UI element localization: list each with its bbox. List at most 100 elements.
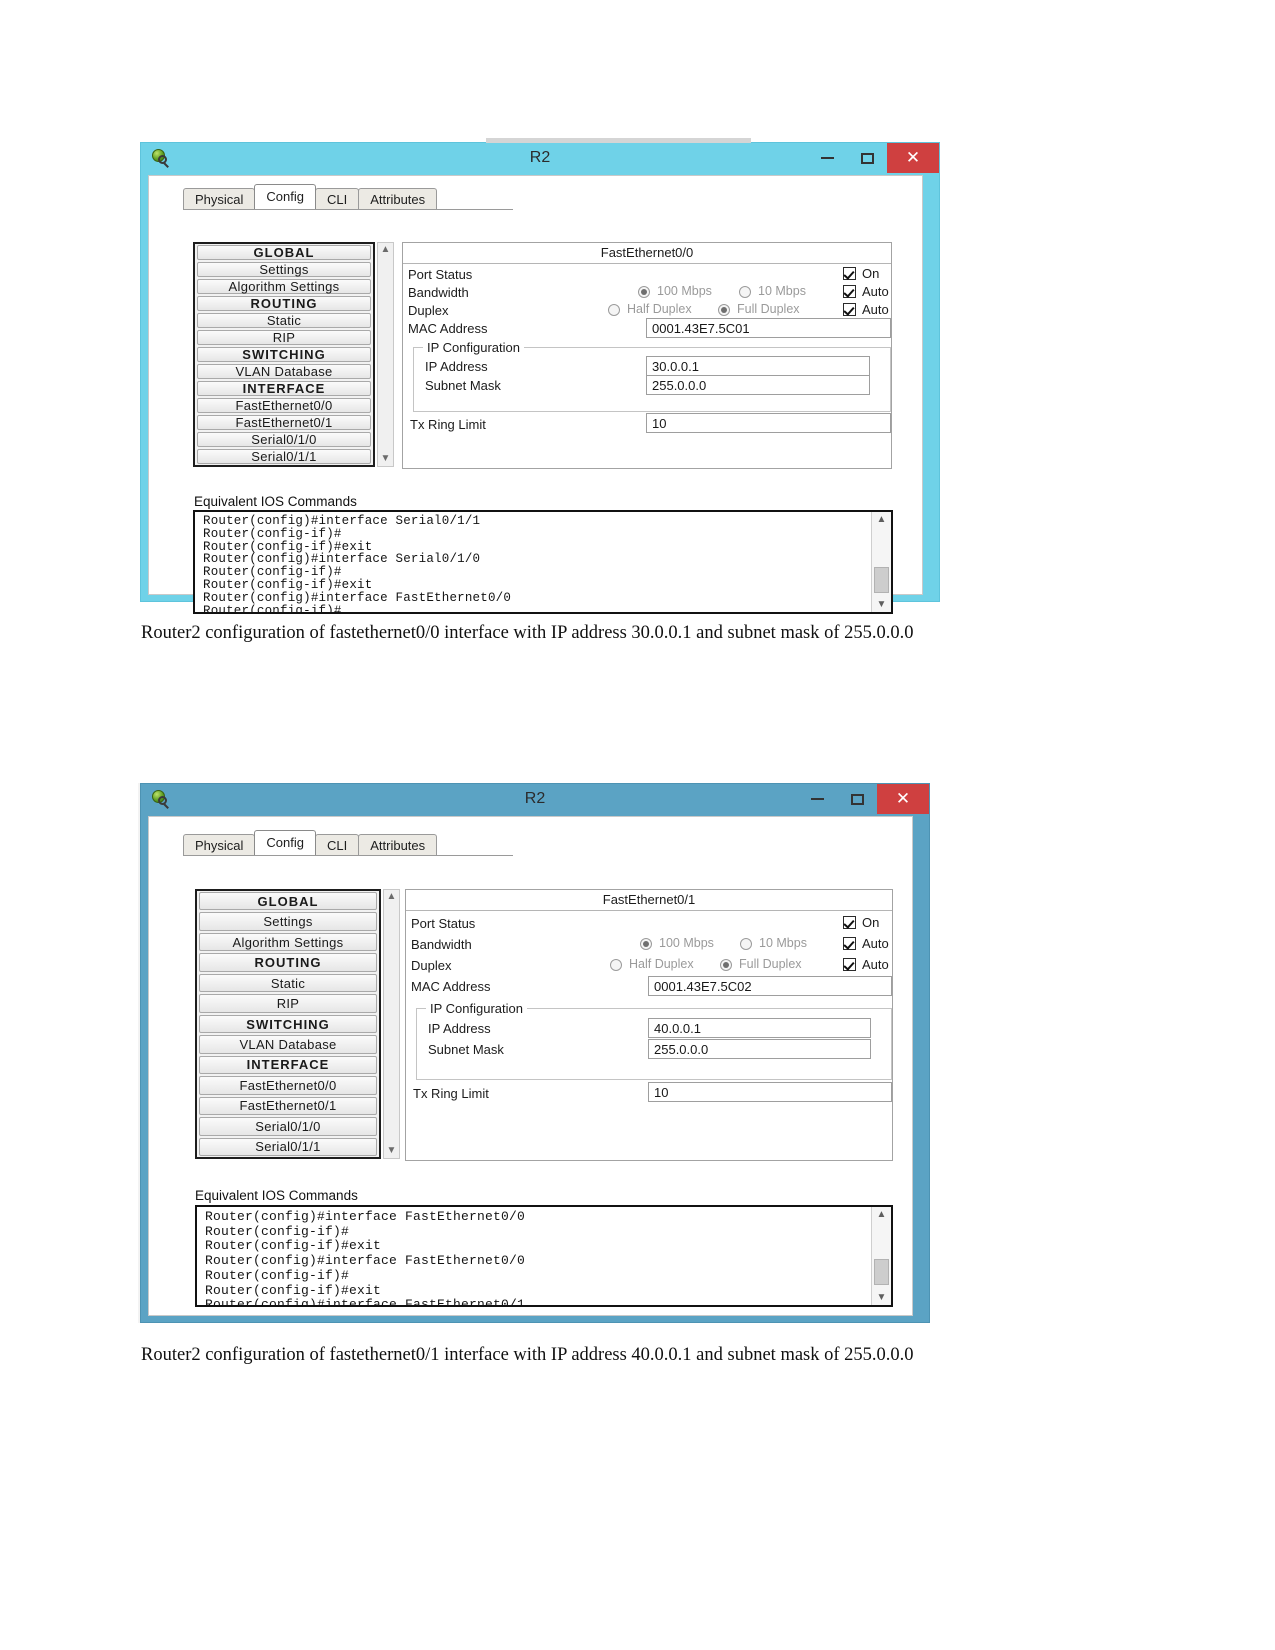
tx-ring-limit-field[interactable]: 10 <box>648 1082 892 1102</box>
full-duplex-radio[interactable] <box>718 304 730 316</box>
nav-item-serial0-1-0[interactable]: Serial0/1/0 <box>199 1117 377 1136</box>
nav-item-vlan-database[interactable]: VLAN Database <box>199 1035 377 1054</box>
nav-item-interface[interactable]: INTERFACE <box>197 381 371 396</box>
nav-item-fastethernet0-1[interactable]: FastEthernet0/1 <box>199 1096 377 1116</box>
ios-scroll-down-icon[interactable]: ▼ <box>877 1290 887 1305</box>
duplex-label: Duplex <box>408 303 449 318</box>
ios-command-line: Router(config-if)# <box>203 526 342 541</box>
subnet-mask-field[interactable]: 255.0.0.0 <box>646 375 870 395</box>
ios-command-line: Router(config)#interface FastEthernet0/0 <box>203 590 512 605</box>
tab-attributes[interactable]: Attributes <box>358 188 438 209</box>
full-duplex-radio[interactable] <box>720 959 732 971</box>
mac-address-field[interactable]: 0001.43E7.5C02 <box>648 976 892 996</box>
tab-physical[interactable]: Physical <box>183 834 256 855</box>
nav-item-algorithm-settings[interactable]: Algorithm Settings <box>199 932 377 952</box>
interface-panel-header: FastEthernet0/1 <box>406 890 892 911</box>
nav-item-interface[interactable]: INTERFACE <box>199 1055 377 1075</box>
bandwidth-10mbps-radio[interactable] <box>740 938 752 950</box>
nav-item-fastethernet0-1[interactable]: FastEthernet0/1 <box>197 415 371 430</box>
ios-scroll-up-icon[interactable]: ▲ <box>877 512 887 527</box>
full-duplex-label: Full Duplex <box>737 302 800 316</box>
scroll-up-icon[interactable]: ▲ <box>381 243 391 257</box>
nav-item-settings[interactable]: Settings <box>197 262 371 277</box>
bandwidth-100mbps-radio[interactable] <box>638 286 650 298</box>
half-duplex-radio[interactable] <box>608 304 620 316</box>
ios-scroll-up-icon[interactable]: ▲ <box>877 1207 887 1222</box>
maximize-button[interactable] <box>847 143 887 173</box>
bandwidth-10mbps-radio[interactable] <box>739 286 751 298</box>
window-2-interface-panel: FastEthernet0/1 Port Status On Bandwidth… <box>405 889 893 1161</box>
tab-attributes[interactable]: Attributes <box>358 834 438 855</box>
bandwidth-label: Bandwidth <box>408 285 469 300</box>
nav-item-static[interactable]: Static <box>197 313 371 328</box>
bandwidth-100mbps-radio[interactable] <box>640 938 652 950</box>
window-1-nav-scrollbar[interactable]: ▲ ▼ <box>377 242 394 467</box>
window-2-ios-scrollbar[interactable]: ▲ ▼ <box>871 1207 891 1305</box>
port-status-label: Port Status <box>411 916 476 931</box>
nav-item-rip[interactable]: RIP <box>197 330 371 345</box>
window-2-titlebar[interactable]: R2 ✕ <box>141 784 929 814</box>
port-status-checkbox[interactable] <box>843 916 856 929</box>
ip-address-label: IP Address <box>428 1021 491 1036</box>
ios-scroll-down-icon[interactable]: ▼ <box>877 597 887 612</box>
mac-address-field[interactable]: 0001.43E7.5C01 <box>646 318 891 338</box>
window-2-ios-commands-box[interactable]: Router(config)#interface FastEthernet0/0… <box>195 1205 893 1307</box>
bandwidth-auto-checkbox[interactable] <box>843 285 856 298</box>
minimize-button[interactable] <box>797 784 837 814</box>
nav-item-switching[interactable]: SWITCHING <box>199 1014 377 1034</box>
ip-address-field[interactable]: 30.0.0.1 <box>646 356 870 376</box>
duplex-auto-checkbox[interactable] <box>843 958 856 971</box>
nav-item-routing[interactable]: ROUTING <box>199 953 377 972</box>
nav-item-settings[interactable]: Settings <box>199 912 377 931</box>
router-config-window-1: R2 ✕ Physical Config CLI Attributes GLOB… <box>140 138 940 614</box>
bandwidth-10mbps-label: 10 Mbps <box>758 284 806 298</box>
nav-item-switching[interactable]: SWITCHING <box>197 347 371 362</box>
tab-cli[interactable]: CLI <box>315 188 360 209</box>
bandwidth-auto-label: Auto <box>862 284 889 299</box>
nav-item-global[interactable]: GLOBAL <box>197 245 371 260</box>
ip-address-field[interactable]: 40.0.0.1 <box>648 1018 871 1038</box>
packet-tracer-device-icon <box>149 147 171 169</box>
tab-physical[interactable]: Physical <box>183 188 256 209</box>
window-1-ios-scrollbar[interactable]: ▲ ▼ <box>871 512 891 612</box>
bandwidth-auto-checkbox[interactable] <box>843 937 856 950</box>
window-1-ios-scroll-thumb[interactable] <box>874 567 889 593</box>
close-button[interactable]: ✕ <box>887 143 939 173</box>
nav-item-fastethernet0-0[interactable]: FastEthernet0/0 <box>199 1076 377 1095</box>
nav-item-serial0-1-1[interactable]: Serial0/1/1 <box>199 1137 377 1157</box>
window-2-nav-scrollbar[interactable]: ▲ ▼ <box>383 889 400 1159</box>
scroll-down-icon[interactable]: ▼ <box>387 1144 397 1158</box>
window-1-tabstrip: Physical Config CLI Attributes <box>183 184 438 209</box>
scroll-up-icon[interactable]: ▲ <box>387 890 397 904</box>
ios-command-line: Router(config-if)#exit <box>205 1238 382 1254</box>
nav-item-fastethernet0-0[interactable]: FastEthernet0/0 <box>197 398 371 413</box>
nav-item-global[interactable]: GLOBAL <box>199 892 377 911</box>
ip-address-label: IP Address <box>425 359 488 374</box>
tx-ring-limit-field[interactable]: 10 <box>646 413 891 433</box>
nav-item-routing[interactable]: ROUTING <box>197 296 371 311</box>
nav-item-static[interactable]: Static <box>199 973 377 993</box>
window-1-ios-commands-box[interactable]: Router(config)#interface Serial0/1/1 Rout… <box>193 510 893 614</box>
nav-item-serial0-1-1[interactable]: Serial0/1/1 <box>197 449 371 464</box>
window-1-interface-panel: FastEthernet0/0 Port Status On Bandwidth… <box>402 242 892 469</box>
half-duplex-radio[interactable] <box>610 959 622 971</box>
duplex-auto-label: Auto <box>862 957 889 972</box>
nav-item-algorithm-settings[interactable]: Algorithm Settings <box>197 279 371 294</box>
window-1-titlebar[interactable]: R2 ✕ <box>141 143 939 173</box>
window-2-ios-scroll-thumb[interactable] <box>874 1259 889 1285</box>
ios-command-line: Router(config)#interface FastEthernet0/0 <box>205 1209 526 1224</box>
maximize-button[interactable] <box>837 784 877 814</box>
subnet-mask-field[interactable]: 255.0.0.0 <box>648 1039 871 1059</box>
duplex-auto-checkbox[interactable] <box>843 303 856 316</box>
scroll-down-icon[interactable]: ▼ <box>381 452 391 466</box>
port-status-checkbox[interactable] <box>843 267 856 280</box>
nav-item-rip[interactable]: RIP <box>199 994 377 1013</box>
minimize-button[interactable] <box>807 143 847 173</box>
nav-item-serial0-1-0[interactable]: Serial0/1/0 <box>197 432 371 447</box>
tab-config[interactable]: Config <box>254 184 316 209</box>
tab-config[interactable]: Config <box>254 830 316 855</box>
tab-cli[interactable]: CLI <box>315 834 360 855</box>
close-button[interactable]: ✕ <box>877 784 929 814</box>
nav-item-vlan-database[interactable]: VLAN Database <box>197 364 371 379</box>
bandwidth-10mbps-label: 10 Mbps <box>759 936 807 950</box>
